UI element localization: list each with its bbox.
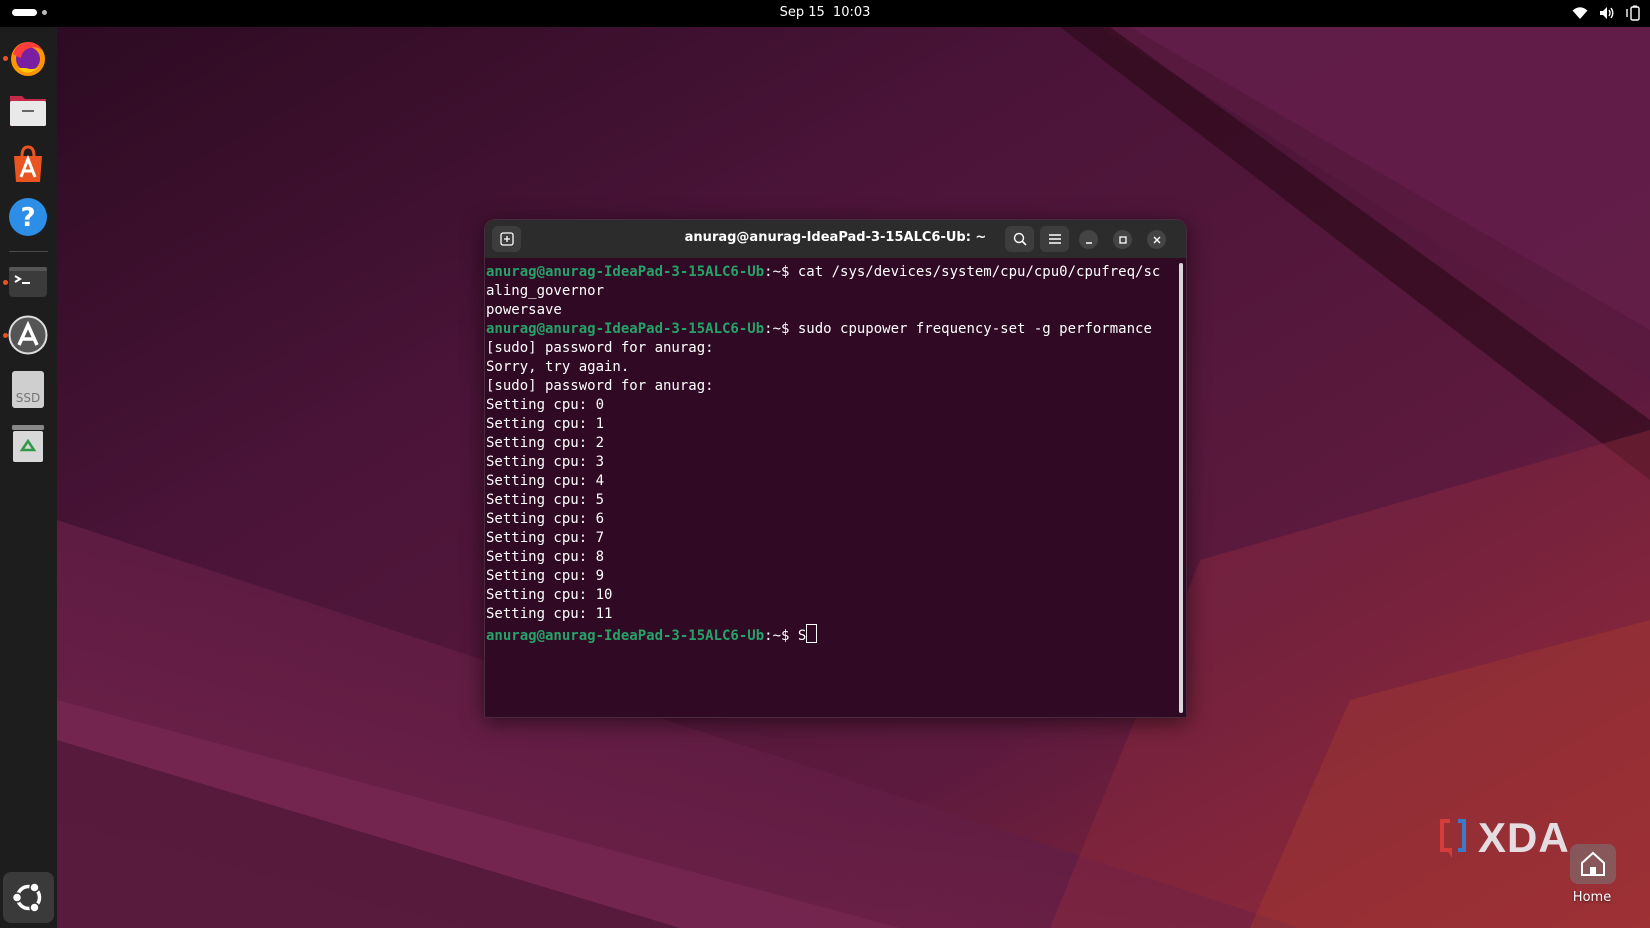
close-icon — [1153, 236, 1160, 243]
output-line: Setting cpu: 1 — [486, 415, 1171, 434]
dock-separator — [9, 251, 48, 252]
output-line: Sorry, try again. — [486, 358, 1171, 377]
volume-icon — [1599, 6, 1615, 20]
output-text: powersave — [486, 302, 562, 318]
text-cursor — [806, 624, 818, 643]
command-text: cat /sys/devices/system/cpu/cpu0/cpufreq… — [797, 264, 1161, 280]
output-line: Setting cpu: 10 — [486, 586, 1171, 605]
output-text: Sorry, try again. — [486, 359, 630, 375]
terminal-scrollbar[interactable] — [1179, 263, 1183, 713]
output-line: Setting cpu: 11 — [486, 605, 1171, 624]
prompt-cwd: :~$ — [764, 628, 798, 644]
output-line: Setting cpu: 4 — [486, 472, 1171, 491]
output-line: Setting cpu: 9 — [486, 567, 1171, 586]
hamburger-menu-icon — [1048, 234, 1061, 244]
trash-icon — [12, 425, 44, 462]
output-line: [sudo] password for anurag: — [486, 377, 1171, 396]
dock-item-terminal[interactable] — [8, 262, 48, 302]
output-text: Setting cpu: 11 — [486, 606, 613, 622]
output-line: Setting cpu: 0 — [486, 396, 1171, 415]
clock[interactable]: Sep 15 10:03 — [0, 5, 1650, 20]
command-text: sudo cpupower frequency-set -g performan… — [797, 321, 1152, 337]
search-icon — [1013, 232, 1027, 246]
dock-item-app-center[interactable] — [8, 144, 48, 184]
menu-button[interactable] — [1040, 226, 1069, 252]
dock-item-ssd-drive[interactable]: SSD — [8, 369, 48, 409]
output-line: Setting cpu: 2 — [486, 434, 1171, 453]
files-icon — [10, 96, 46, 126]
system-tray[interactable] — [1572, 5, 1640, 21]
output-line: Setting cpu: 6 — [486, 510, 1171, 529]
dock-item-files[interactable] — [8, 90, 48, 130]
dock: ? SSD — [0, 27, 57, 928]
output-line: aling_governor — [486, 282, 1171, 301]
output-text: [sudo] password for anurag: — [486, 378, 714, 394]
clock-time: 10:03 — [832, 5, 871, 20]
output-text: Setting cpu: 1 — [486, 416, 605, 432]
svg-text:SSD: SSD — [16, 391, 40, 405]
power-icon — [1626, 5, 1640, 21]
terminal-output[interactable]: anurag@anurag-IdeaPad-3-15ALC6-Ub:~$ cat… — [486, 263, 1171, 713]
output-text: Setting cpu: 2 — [486, 435, 605, 451]
dock-item-trash[interactable] — [8, 424, 48, 464]
top-bar: Sep 15 10:03 — [0, 0, 1650, 27]
output-line: [sudo] password for anurag: — [486, 339, 1171, 358]
maximize-icon — [1118, 235, 1127, 244]
output-text: Setting cpu: 4 — [486, 473, 605, 489]
firefox-icon — [11, 42, 45, 76]
output-text: aling_governor — [486, 283, 605, 299]
output-text: Setting cpu: 3 — [486, 454, 605, 470]
close-button[interactable] — [1147, 230, 1166, 249]
current-input-line[interactable]: anurag@anurag-IdeaPad-3-15ALC6-Ub:~$ S — [486, 624, 1171, 644]
output-line: Setting cpu: 8 — [486, 548, 1171, 567]
current-input-text: S — [797, 628, 807, 644]
minimize-button[interactable] — [1079, 230, 1098, 249]
output-text: Setting cpu: 10 — [486, 587, 613, 603]
output-text: Setting cpu: 6 — [486, 511, 605, 527]
command-line: anurag@anurag-IdeaPad-3-15ALC6-Ub:~$ cat… — [486, 263, 1171, 282]
ubuntu-logo-icon — [11, 882, 42, 913]
terminal-window[interactable]: anurag@anurag-IdeaPad-3-15ALC6-Ub: ~ anu… — [484, 219, 1187, 718]
app-center-icon — [14, 145, 42, 182]
home-folder-icon — [1581, 851, 1605, 876]
prompt-cwd: :~$ — [764, 264, 798, 280]
xda-wordmark: XDA — [1478, 814, 1570, 861]
home-shortcut-label: Home — [1572, 890, 1612, 905]
clock-date: Sep 15 — [779, 5, 825, 20]
command-line: anurag@anurag-IdeaPad-3-15ALC6-Ub:~$ sud… — [486, 320, 1171, 339]
dock-item-software-updater[interactable] — [8, 315, 48, 355]
output-line: Setting cpu: 7 — [486, 529, 1171, 548]
output-line: Setting cpu: 3 — [486, 453, 1171, 472]
shell-prompt: anurag@anurag-IdeaPad-3-15ALC6-Ub — [486, 628, 765, 644]
shell-prompt: anurag@anurag-IdeaPad-3-15ALC6-Ub — [486, 321, 765, 337]
ssd-drive-icon: SSD — [12, 371, 44, 408]
terminal-icon — [9, 267, 47, 297]
terminal-titlebar[interactable]: anurag@anurag-IdeaPad-3-15ALC6-Ub: ~ — [485, 220, 1186, 258]
show-apps-button[interactable] — [3, 872, 54, 923]
minimize-icon — [1085, 241, 1092, 244]
shell-prompt: anurag@anurag-IdeaPad-3-15ALC6-Ub — [486, 264, 765, 280]
maximize-button[interactable] — [1113, 230, 1132, 249]
output-line: Setting cpu: 5 — [486, 491, 1171, 510]
output-text: Setting cpu: 5 — [486, 492, 605, 508]
dock-item-help[interactable]: ? — [8, 197, 48, 237]
desktop-home-shortcut[interactable] — [1570, 844, 1616, 884]
wifi-icon — [1572, 6, 1588, 20]
output-text: Setting cpu: 0 — [486, 397, 605, 413]
search-button[interactable] — [1005, 226, 1034, 252]
prompt-cwd: :~$ — [764, 321, 798, 337]
dock-item-firefox[interactable] — [8, 38, 48, 78]
output-text: Setting cpu: 8 — [486, 549, 605, 565]
output-text: Setting cpu: 7 — [486, 530, 605, 546]
output-text: [sudo] password for anurag: — [486, 340, 714, 356]
output-line: powersave — [486, 301, 1171, 320]
software-updater-icon — [8, 315, 48, 355]
help-icon: ? — [9, 198, 47, 236]
output-text: Setting cpu: 9 — [486, 568, 605, 584]
svg-text:?: ? — [20, 203, 35, 233]
